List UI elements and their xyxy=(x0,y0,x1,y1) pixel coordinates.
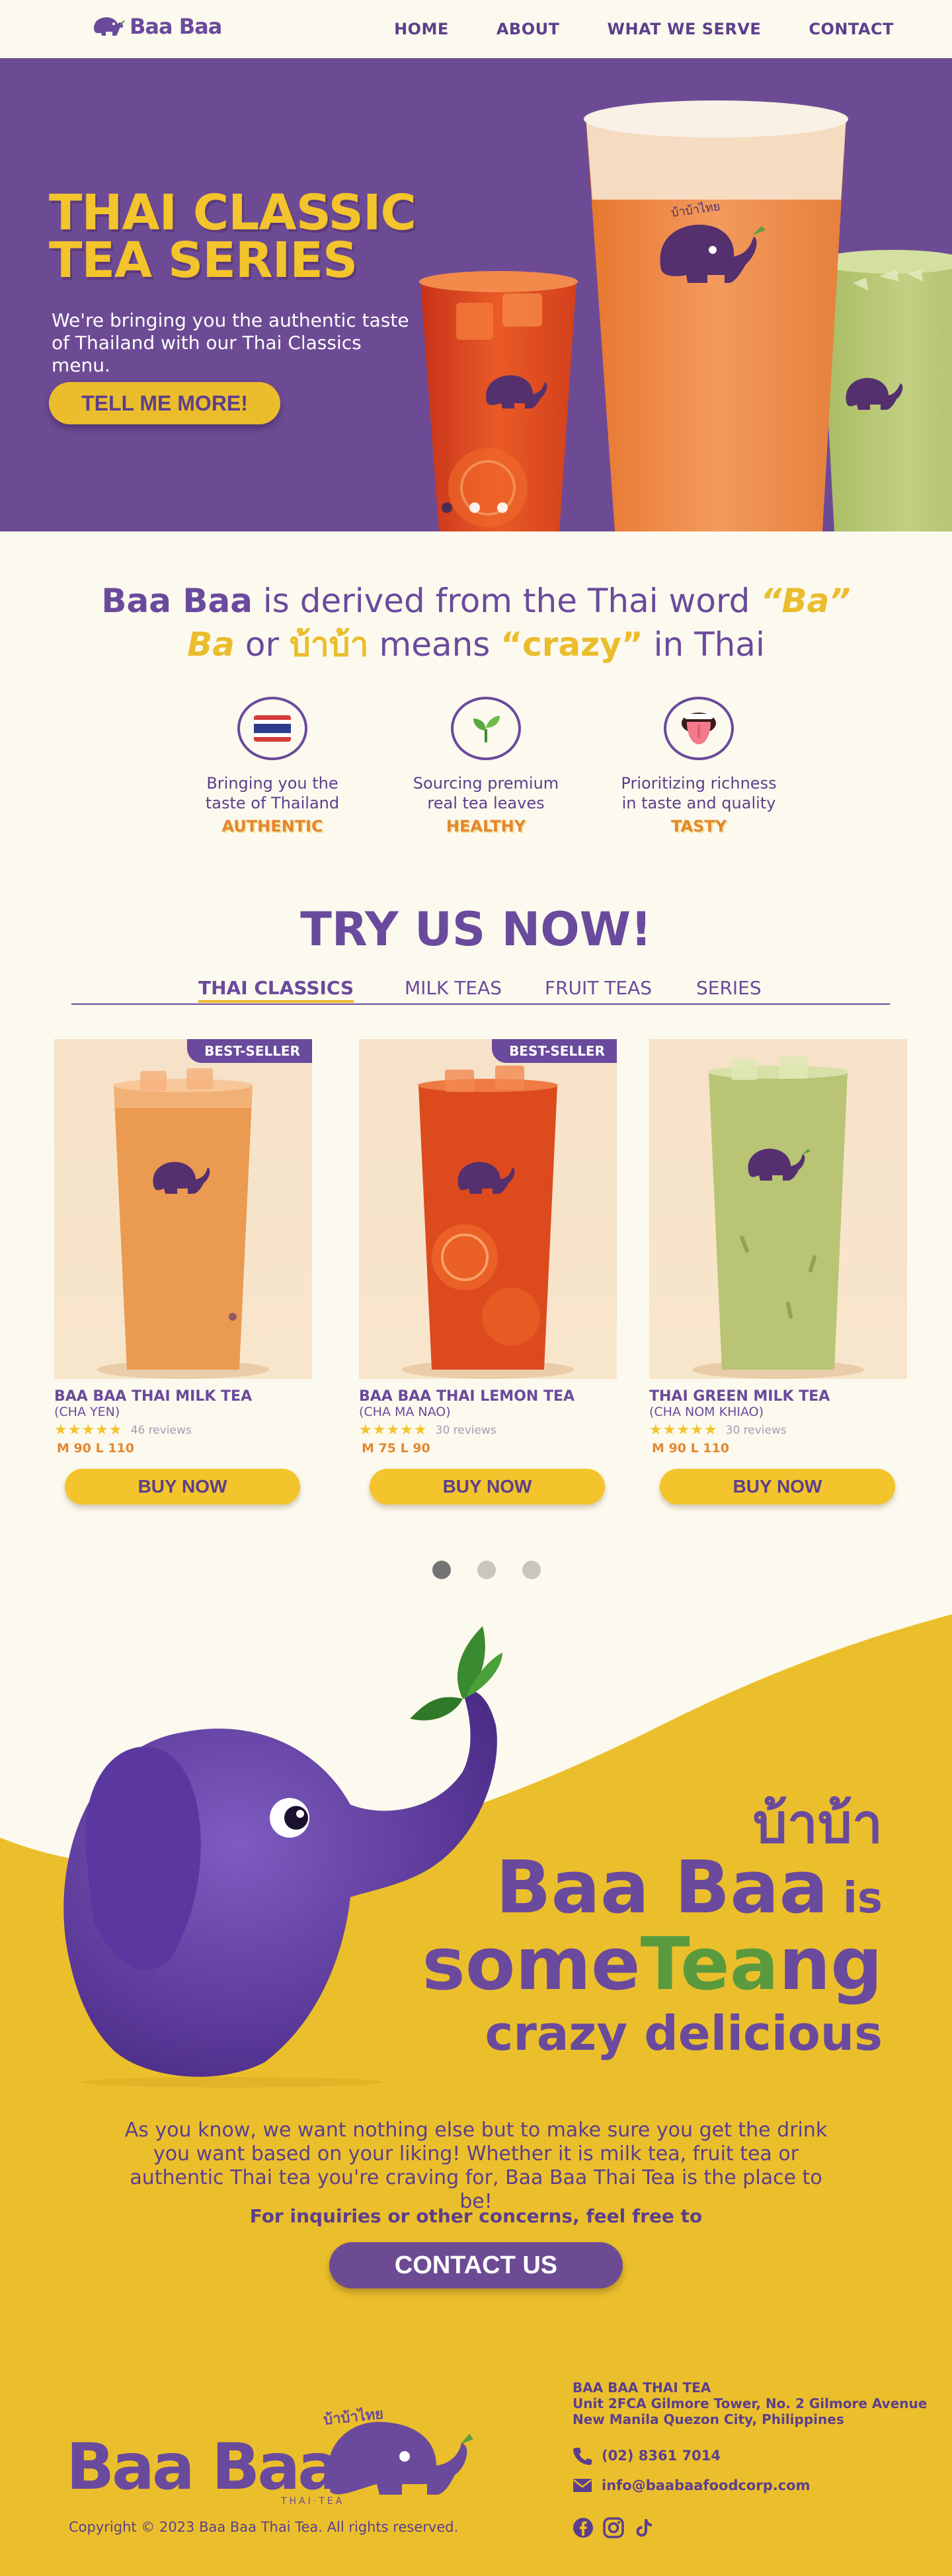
hero-dot-2[interactable] xyxy=(469,502,480,513)
tab-series[interactable]: SERIES xyxy=(696,977,762,999)
product-image: BEST-SELLER xyxy=(359,1039,617,1379)
tiktok-icon[interactable] xyxy=(633,2517,654,2538)
product-name: BAA BAA THAI MILK TEA xyxy=(54,1388,253,1405)
feature-tag: HEALTHY xyxy=(446,817,526,836)
brand-name: Baa Baa xyxy=(130,14,222,39)
hero-description: We're bringing you the authentic taste o… xyxy=(52,309,409,376)
feature-authentic: Bringing you the taste of Thailand AUTHEN… xyxy=(173,697,372,836)
product-prices: M 90 L 110 xyxy=(652,1441,729,1456)
page: Baa Baa HOME ABOUT WHAT WE SERVE CONTACT xyxy=(0,0,952,2576)
tab-fruit-teas[interactable]: FRUIT TEAS xyxy=(545,977,652,999)
best-seller-badge: BEST-SELLER xyxy=(187,1039,312,1063)
tab-milk-teas[interactable]: MILK TEAS xyxy=(405,977,502,999)
star-rating-icon: ★★★★★ xyxy=(359,1422,428,1438)
product-rating: ★★★★★ 30 reviews xyxy=(359,1422,617,1438)
address-line-2: New Manila Quezon City, Philippines xyxy=(573,2411,844,2427)
contact-us-button[interactable]: CONTACT US xyxy=(329,2242,623,2288)
sprout-icon xyxy=(451,697,521,760)
nav-contact[interactable]: CONTACT xyxy=(809,20,894,38)
hero-dot-1[interactable] xyxy=(442,502,452,513)
product-name: THAI GREEN MILK TEA xyxy=(649,1388,830,1405)
company-name: BAA BAA THAI TEA xyxy=(573,2380,711,2396)
nav-home[interactable]: HOME xyxy=(394,20,449,38)
footer-address: BAA BAA THAI TEA Unit 2FCA Gilmore Tower… xyxy=(573,2380,927,2427)
product-thai-name: (CHA YEN) xyxy=(54,1405,120,1419)
inquiry-text: For inquiries or other concerns, feel fr… xyxy=(249,2205,703,2227)
elephant-logo-icon xyxy=(94,17,125,36)
promo-body-text: As you know, we want nothing else but to… xyxy=(124,2119,828,2213)
menu-tabs: THAI CLASSICS MILK TEAS FRUIT TEAS SERIE… xyxy=(71,974,890,1005)
product-prices: M 90 L 110 xyxy=(57,1441,134,1456)
review-count: 30 reviews xyxy=(725,1423,787,1437)
social-links xyxy=(573,2517,654,2538)
product-page-dot-3[interactable] xyxy=(522,1561,541,1579)
footer-email[interactable]: info@baabaafoodcorp.com xyxy=(573,2478,810,2493)
buy-now-button[interactable]: BUY NOW xyxy=(660,1469,895,1504)
product-thai-name: (CHA MA NAO) xyxy=(359,1405,451,1419)
review-count: 46 reviews xyxy=(130,1423,192,1437)
hero-carousel-dots xyxy=(442,502,508,513)
tagline-crazy-delicious: crazy delicious xyxy=(485,2006,883,2061)
top-nav: Baa Baa HOME ABOUT WHAT WE SERVE CONTACT xyxy=(0,0,952,58)
footer-brand-logo-image: Baa Baa THAI·TEA บ้าบ้าไทย xyxy=(66,2405,473,2507)
try-us-title: TRY US NOW! xyxy=(300,902,652,956)
product-page-dot-1[interactable] xyxy=(432,1561,451,1579)
phone-icon xyxy=(573,2448,592,2465)
email-address: info@baabaafoodcorp.com xyxy=(602,2478,811,2493)
product-page-dot-2[interactable] xyxy=(477,1561,496,1579)
footer-logo[interactable]: Baa Baa THAI·TEA บ้าบ้าไทย xyxy=(66,2405,489,2515)
star-rating-icon: ★★★★★ xyxy=(54,1422,123,1438)
address-line-1: Unit 2FCA Gilmore Tower, No. 2 Gilmore A… xyxy=(573,2396,928,2411)
nav-about[interactable]: ABOUT xyxy=(496,20,560,38)
product-card[interactable]: BEST-SELLER BAA BAA THAI MILK TEA (CHA Y… xyxy=(54,1039,312,1504)
instagram-icon[interactable] xyxy=(603,2517,624,2538)
product-image xyxy=(649,1039,907,1379)
product-card[interactable]: THAI GREEN MILK TEA (CHA NOM KHIAO) ★★★★… xyxy=(649,1039,907,1504)
svg-text:Baa Baa: Baa Baa xyxy=(66,2430,338,2504)
svg-text:THAI·TEA: THAI·TEA xyxy=(280,2496,344,2507)
about-line-2: Ba or บ้าบ้า means “crazy” in Thai xyxy=(187,625,765,664)
product-image: BEST-SELLER xyxy=(54,1039,312,1379)
product-card[interactable]: BEST-SELLER BAA BAA THAI LEMON TEA (CHA … xyxy=(359,1039,617,1504)
tongue-icon xyxy=(664,697,734,760)
feature-tasty: Prioritizing richness in taste and qualit… xyxy=(600,697,798,836)
thai-flag-icon xyxy=(237,697,307,760)
product-name: BAA BAA THAI LEMON TEA xyxy=(359,1388,575,1405)
footer-phone[interactable]: (02) 8361 7014 xyxy=(573,2446,721,2466)
about-line-1: Baa Baa is derived from the Thai word “B… xyxy=(101,582,851,620)
tagline-someteang: someTeang xyxy=(422,1922,883,2006)
product-carousel-dots xyxy=(432,1561,541,1579)
copyright-text: Copyright © 2023 Baa Baa Thai Tea. All r… xyxy=(69,2519,459,2535)
buy-now-button[interactable]: BUY NOW xyxy=(65,1469,300,1504)
hero-drinks-image: บ้าบ้าไทย xyxy=(419,100,952,531)
brand-logo[interactable]: Baa Baa xyxy=(91,13,222,40)
best-seller-badge: BEST-SELLER xyxy=(492,1039,617,1063)
product-prices: M 75 L 90 xyxy=(362,1441,430,1456)
feature-healthy: Sourcing premium real tea leaves HEALTHY xyxy=(387,697,585,836)
tell-me-more-button[interactable]: TELL ME MORE! xyxy=(49,382,280,424)
hero-dot-3[interactable] xyxy=(497,502,508,513)
feature-tag: TASTY xyxy=(670,817,727,836)
product-thai-name: (CHA NOM KHIAO) xyxy=(649,1405,764,1419)
nav-links: HOME ABOUT WHAT WE SERVE CONTACT xyxy=(394,20,894,38)
facebook-icon[interactable] xyxy=(573,2517,594,2538)
phone-number: (02) 8361 7014 xyxy=(602,2448,721,2464)
tab-thai-classics[interactable]: THAI CLASSICS xyxy=(198,977,354,1003)
email-icon xyxy=(573,2479,592,2492)
star-rating-icon: ★★★★★ xyxy=(649,1422,718,1438)
hero-title: THAI CLASSIC TEA SERIES xyxy=(49,184,416,289)
nav-what-we-serve[interactable]: WHAT WE SERVE xyxy=(607,20,761,38)
product-rating: ★★★★★ 30 reviews xyxy=(649,1422,907,1438)
buy-now-button[interactable]: BUY NOW xyxy=(370,1469,605,1504)
hero-banner: บ้าบ้าไทย THAI CLASSIC TEA SERIES We're b… xyxy=(0,58,952,531)
feature-tag: AUTHENTIC xyxy=(221,817,323,836)
product-rating: ★★★★★ 46 reviews xyxy=(54,1422,312,1438)
review-count: 30 reviews xyxy=(435,1423,496,1437)
